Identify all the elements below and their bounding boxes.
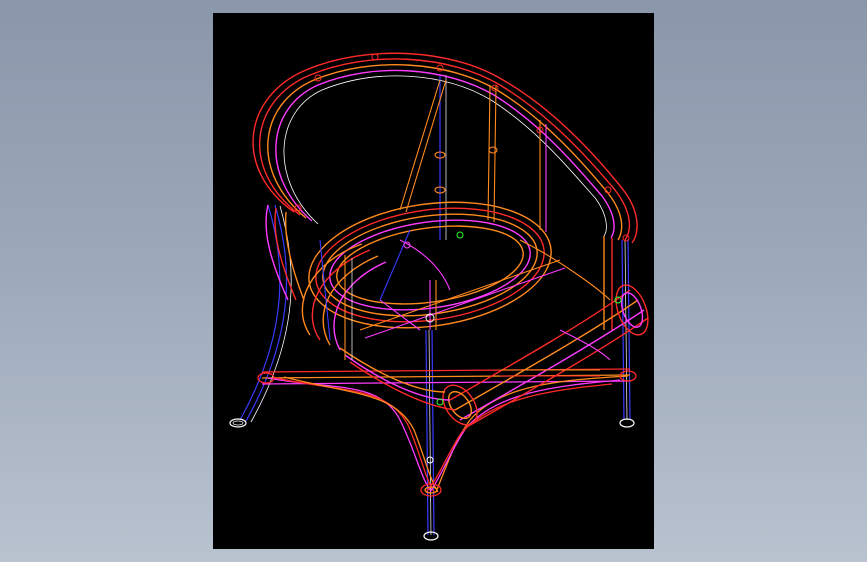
chair-wireframe-drawing: [229, 52, 649, 541]
front-cushion-roll: [301, 243, 649, 429]
seat-panel: [319, 229, 611, 377]
cad-viewport[interactable]: [213, 13, 654, 549]
